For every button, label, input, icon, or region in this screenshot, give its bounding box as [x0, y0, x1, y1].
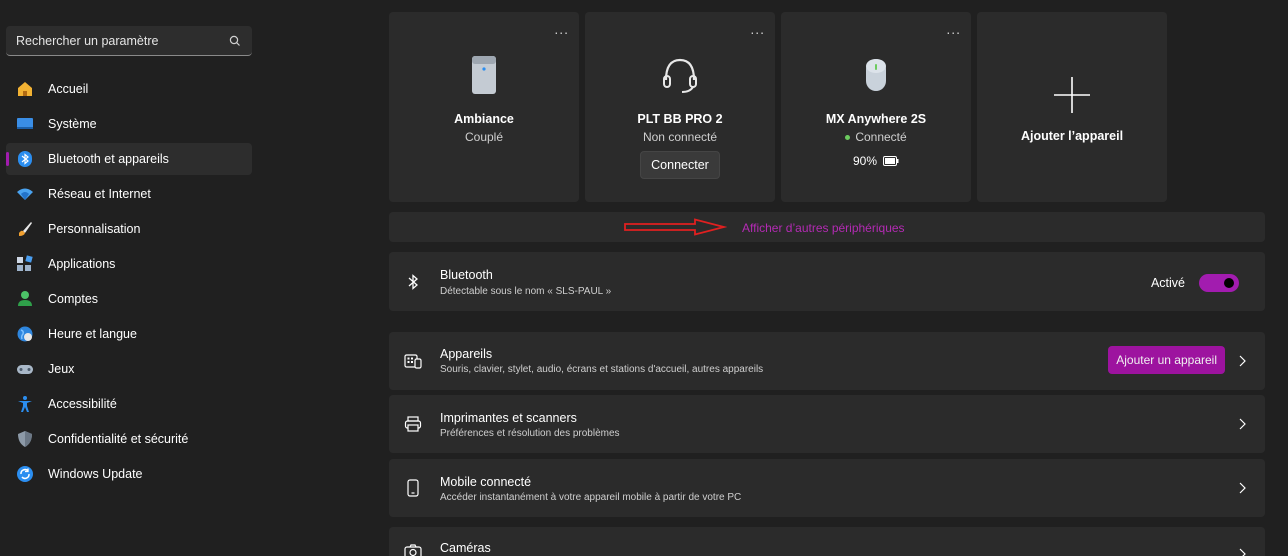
sidebar-item-bluetooth[interactable]: Bluetooth et appareils — [6, 143, 252, 175]
battery-icon — [883, 156, 899, 166]
sidebar-item-label: Heure et langue — [48, 327, 137, 341]
chevron-right-icon — [1239, 355, 1246, 367]
device-status: Connecté — [855, 130, 907, 144]
device-name: PLT BB PRO 2 — [637, 112, 723, 126]
device-name: Ambiance — [454, 112, 514, 126]
more-options-button[interactable]: ... — [750, 22, 765, 36]
add-device-button[interactable]: Ajouter un appareil — [1108, 346, 1225, 374]
devices-row[interactable]: Appareils Souris, clavier, stylet, audio… — [389, 332, 1265, 390]
home-icon — [16, 80, 34, 98]
printers-row[interactable]: Imprimantes et scanners Préférences et r… — [389, 395, 1265, 453]
bluetooth-subtitle: Détectable sous le nom « SLS-PAUL » — [440, 286, 612, 297]
sidebar-item-systeme[interactable]: Système — [6, 108, 252, 140]
sidebar-item-jeux[interactable]: Jeux — [6, 353, 252, 385]
device-card-mx-anywhere-2s[interactable]: ... MX Anywhere 2S Connecté 90% — [781, 12, 971, 202]
sidebar-item-label: Jeux — [48, 362, 75, 376]
chevron-right-icon — [1239, 482, 1246, 494]
mobile-row[interactable]: Mobile connecté Accéder instantanément à… — [389, 459, 1265, 517]
cameras-row[interactable]: Caméras — [389, 527, 1265, 556]
bluetooth-row: Bluetooth Détectable sous le nom « SLS-P… — [389, 252, 1265, 311]
apps-icon — [16, 255, 34, 273]
globe-icon — [16, 325, 34, 343]
sidebar-item-label: Windows Update — [48, 467, 143, 481]
cameras-title: Caméras — [440, 541, 491, 555]
bluetooth-toggle-label: Activé — [1150, 276, 1185, 290]
devices-subtitle: Souris, clavier, stylet, audio, écrans e… — [440, 364, 764, 375]
sidebar-item-comptes[interactable]: Comptes — [6, 283, 252, 315]
bluetooth-icon — [403, 272, 423, 292]
device-name: MX Anywhere 2S — [825, 112, 927, 126]
add-device-card[interactable]: Ajouter l’appareil — [977, 12, 1167, 202]
add-device-label: Ajouter l’appareil — [1020, 129, 1124, 143]
headset-icon — [660, 52, 700, 98]
sidebar-item-label: Accessibilité — [48, 397, 117, 411]
sidebar-item-accessibilite[interactable]: Accessibilité — [6, 388, 252, 420]
sidebar-item-label: Système — [48, 117, 97, 131]
bluetooth-title: Bluetooth — [440, 268, 493, 282]
system-icon — [16, 115, 34, 133]
sidebar-item-label: Personnalisation — [48, 222, 141, 236]
device-status: Couplé — [464, 130, 504, 144]
connected-dot-icon — [845, 135, 851, 141]
search-input[interactable]: Rechercher un paramètre — [6, 26, 252, 56]
printer-icon — [403, 414, 423, 434]
account-icon — [16, 290, 34, 308]
mobile-title: Mobile connecté — [440, 475, 532, 489]
sidebar-item-label: Comptes — [48, 292, 99, 306]
mouse-icon — [856, 52, 896, 98]
printers-title: Imprimantes et scanners — [440, 411, 577, 425]
update-icon — [16, 465, 34, 483]
sidebar-item-personnalisation[interactable]: Personnalisation — [6, 213, 252, 245]
more-options-button[interactable]: ... — [946, 22, 961, 36]
brush-icon — [16, 220, 34, 238]
speaker-icon — [464, 52, 504, 98]
device-card-ambiance[interactable]: ... Ambiance Couplé — [389, 12, 579, 202]
sidebar-item-reseau[interactable]: Réseau et Internet — [6, 178, 252, 210]
battery-indicator: 90% — [781, 154, 971, 168]
devices-title: Appareils — [440, 347, 493, 361]
device-status-connected: Connecté — [781, 130, 971, 144]
gamepad-icon — [16, 360, 34, 378]
device-card-plt-bb-pro-2[interactable]: ... PLT BB PRO 2 Non connecté Connecter — [585, 12, 775, 202]
sidebar-item-label: Bluetooth et appareils — [48, 152, 169, 166]
sidebar-item-accueil[interactable]: Accueil — [6, 73, 252, 105]
wifi-icon — [16, 185, 34, 203]
connect-button[interactable]: Connecter — [640, 151, 720, 179]
sidebar-item-windows-update[interactable]: Windows Update — [6, 458, 252, 490]
sidebar: Rechercher un paramètre Accueil Système … — [0, 0, 380, 556]
battery-level: 90% — [852, 154, 878, 168]
bluetooth-icon — [16, 150, 34, 168]
sidebar-item-label: Applications — [48, 257, 116, 271]
keyboard-icon — [403, 351, 423, 371]
sidebar-item-label: Accueil — [48, 82, 89, 96]
chevron-right-icon — [1239, 548, 1246, 556]
sidebar-nav: Accueil Système Bluetooth et appareils R… — [6, 73, 252, 493]
mobile-subtitle: Accéder instantanément à votre appareil … — [440, 492, 742, 503]
sidebar-item-label: Confidentialité et sécurité — [48, 432, 189, 446]
accessibility-icon — [16, 395, 34, 413]
more-options-button[interactable]: ... — [554, 22, 569, 36]
search-placeholder: Rechercher un paramètre — [16, 33, 159, 48]
show-more-devices-bar[interactable]: Afficher d’autres périphériques — [389, 212, 1265, 242]
search-icon — [229, 35, 240, 46]
chevron-right-icon — [1239, 418, 1246, 430]
sidebar-item-applications[interactable]: Applications — [6, 248, 252, 280]
printers-subtitle: Préférences et résolution des problèmes — [440, 428, 620, 439]
toggle-knob — [1224, 278, 1234, 288]
phone-icon — [403, 478, 423, 498]
sidebar-item-heure-langue[interactable]: Heure et langue — [6, 318, 252, 350]
sidebar-item-confidentialite[interactable]: Confidentialité et sécurité — [6, 423, 252, 455]
red-arrow-annotation-icon — [624, 218, 727, 236]
bluetooth-toggle[interactable] — [1199, 274, 1239, 292]
show-more-devices-link[interactable]: Afficher d’autres périphériques — [742, 221, 905, 235]
sidebar-item-label: Réseau et Internet — [48, 187, 151, 201]
device-status: Non connecté — [642, 130, 718, 144]
plus-icon — [1054, 77, 1090, 113]
camera-icon — [403, 541, 423, 556]
shield-icon — [16, 430, 34, 448]
